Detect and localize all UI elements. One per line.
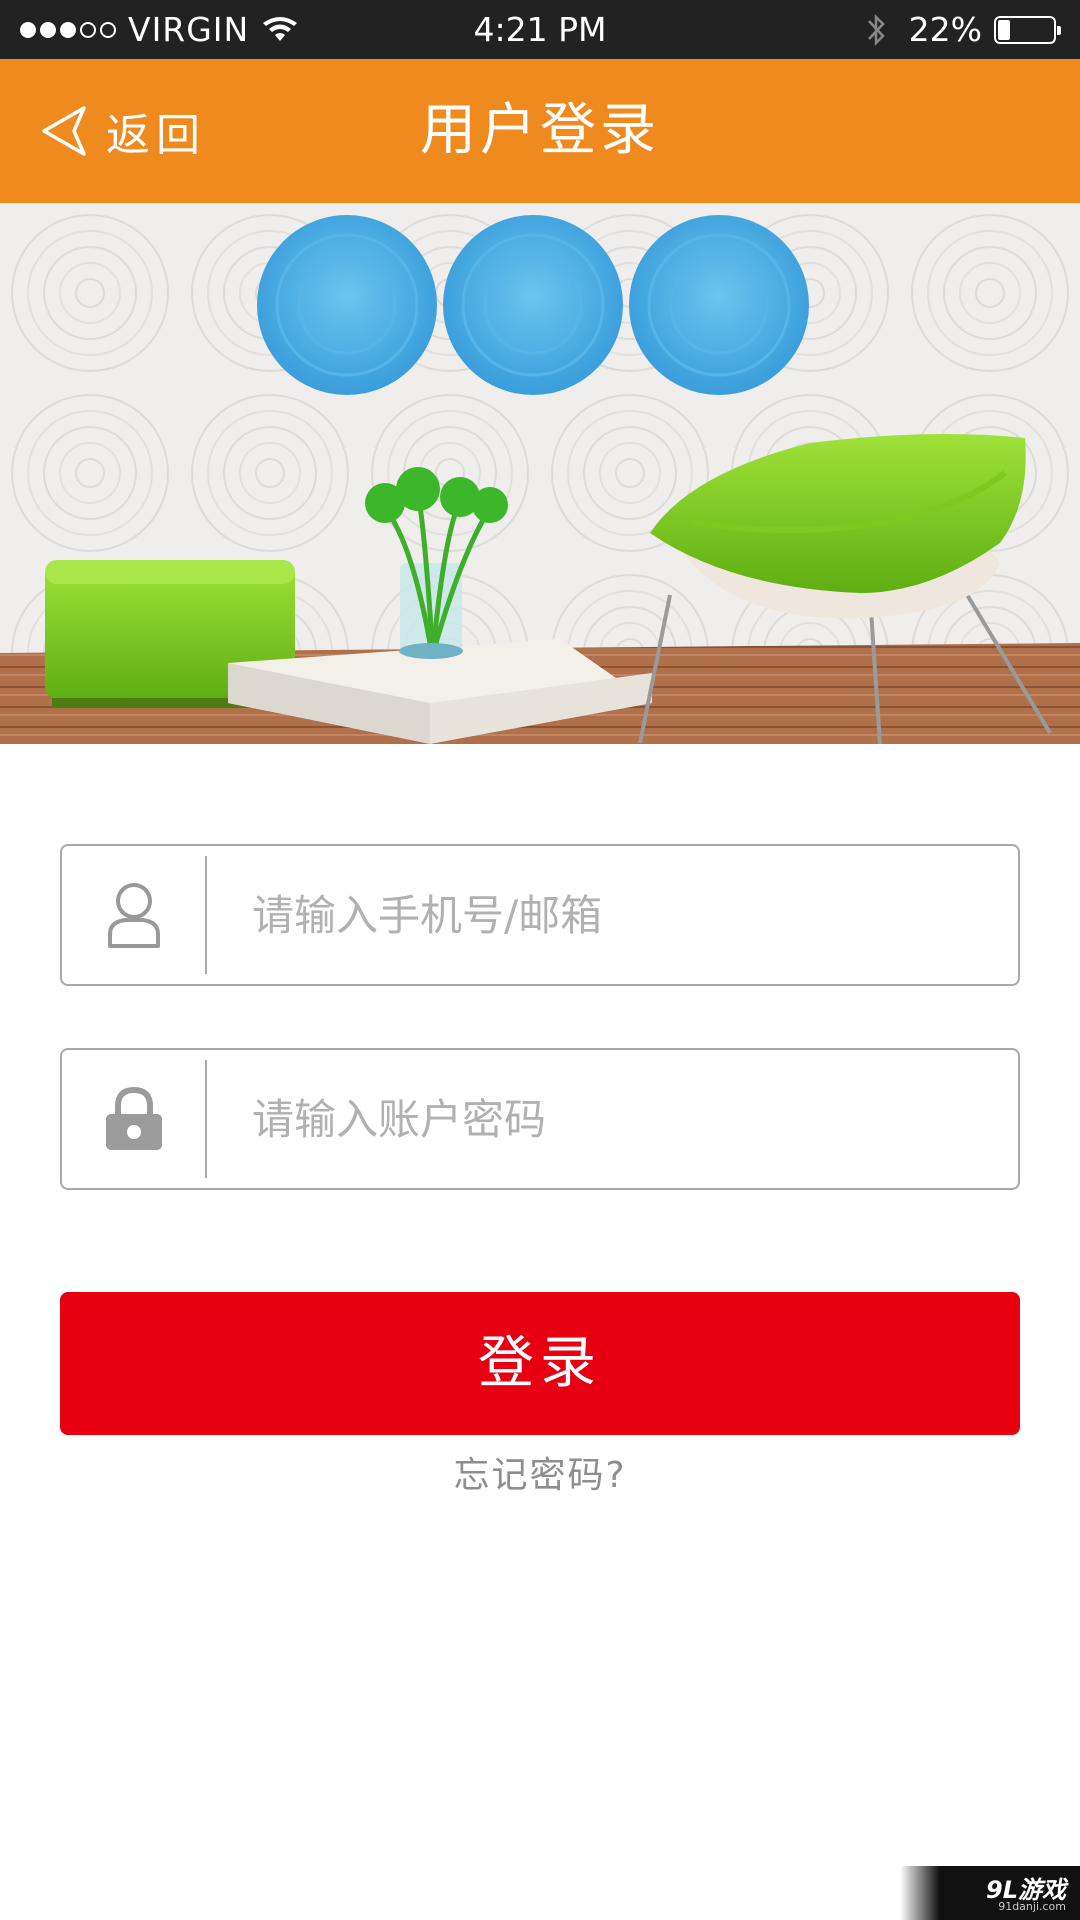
battery-percentage: 22%: [908, 10, 982, 49]
status-bar: VIRGIN 4:21 PM 22%: [0, 0, 1080, 59]
lock-icon: [105, 1086, 162, 1150]
nav-bar: 返回 用户登录: [0, 59, 1080, 203]
watermark-logo: 9L游戏 91danji.com: [900, 1866, 1080, 1920]
page-title: 用户登录: [420, 98, 660, 163]
field-divider: [205, 856, 207, 974]
battery-icon: [994, 15, 1061, 44]
account-icon-box: [62, 846, 205, 984]
user-icon: [107, 883, 160, 948]
account-field[interactable]: [60, 844, 1020, 986]
forgot-password-link[interactable]: 忘记密码?: [0, 1448, 1080, 1504]
battery-level: [998, 19, 1010, 40]
watermark-subtext: 91danji.com: [998, 1900, 1066, 1913]
interior-illustration: [0, 203, 1080, 744]
password-icon-box: [62, 1050, 205, 1188]
bluetooth-icon: [867, 13, 885, 46]
account-input[interactable]: [252, 846, 992, 984]
password-input[interactable]: [252, 1050, 992, 1188]
field-divider: [205, 1060, 207, 1178]
hero-image: [0, 203, 1080, 744]
password-field[interactable]: [60, 1048, 1020, 1190]
login-button[interactable]: 登录: [60, 1292, 1020, 1435]
status-right: 22%: [865, 0, 1061, 59]
